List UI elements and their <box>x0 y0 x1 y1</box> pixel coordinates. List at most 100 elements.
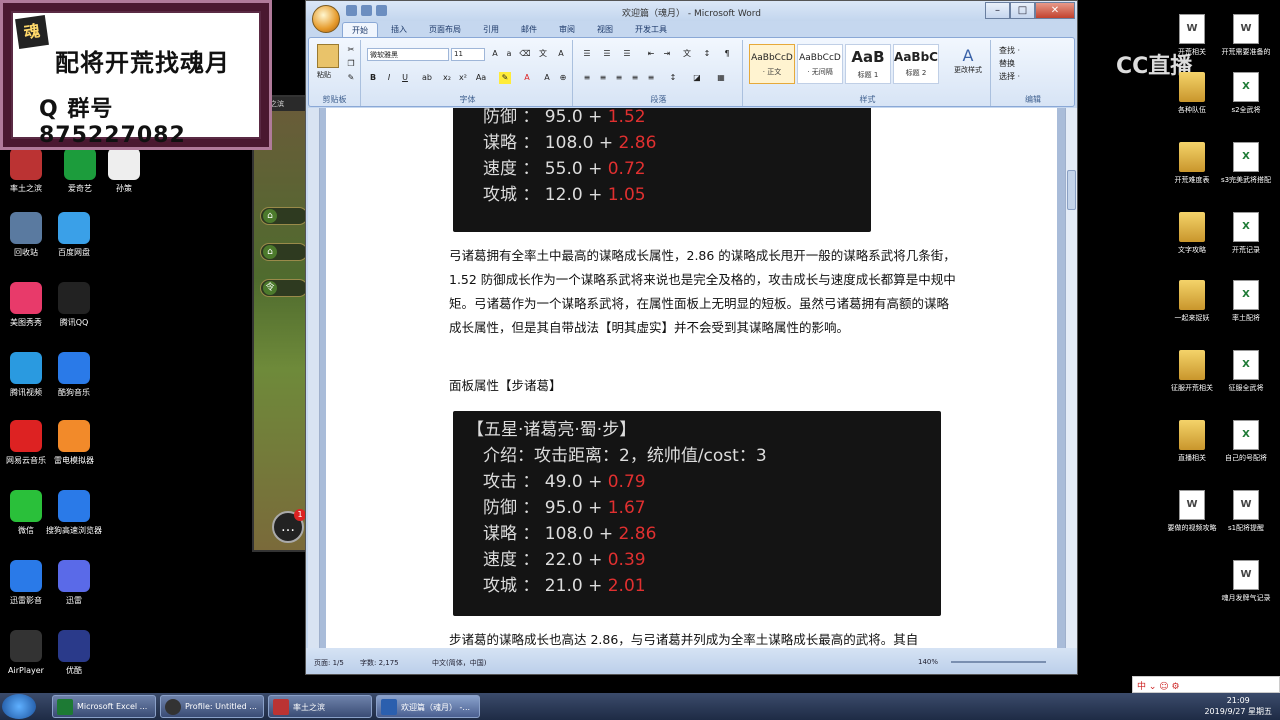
format-painter-icon[interactable]: ✎ <box>345 72 357 84</box>
copy-icon[interactable]: ❐ <box>345 58 357 70</box>
chat-icon[interactable]: … 1 <box>272 509 306 543</box>
underline-icon[interactable]: U <box>399 72 411 84</box>
align-right-icon[interactable]: ≡ <box>613 72 625 84</box>
paste-button[interactable]: 粘贴 <box>317 70 331 80</box>
desktop-file[interactable]: 一起来捉妖 <box>1163 280 1221 323</box>
phonetic-icon[interactable]: 文 <box>537 48 549 60</box>
tab-1[interactable]: 插入 <box>382 22 416 38</box>
desktop-shortcut[interactable]: 率土之滨 <box>0 148 56 194</box>
decrease-indent-icon[interactable]: ⇤ <box>645 48 657 60</box>
bullets-icon[interactable]: ☰ <box>581 48 593 60</box>
borders-icon[interactable]: ▦ <box>715 72 727 84</box>
select-button[interactable]: 选择 · <box>999 70 1020 83</box>
char-border-icon[interactable]: A <box>555 48 567 60</box>
desktop-file[interactable]: Xs2全武将 <box>1217 72 1275 115</box>
desktop-shortcut[interactable]: 百度网盘 <box>44 212 104 258</box>
sogou-ime-bar[interactable]: 中 ⌄ ☺ ⚙ <box>1132 676 1280 693</box>
language-indicator[interactable]: 中文(简体，中国) <box>432 658 486 668</box>
page-count[interactable]: 页面: 1/5 <box>314 658 344 668</box>
desktop-file[interactable]: Xs3完美武将搭配 <box>1217 142 1275 185</box>
task-game[interactable]: 率土之滨 <box>268 695 372 718</box>
subscript-icon[interactable]: x₂ <box>441 72 453 84</box>
grow-font-icon[interactable]: A <box>489 48 501 60</box>
desktop-file[interactable]: X 开荒记录 <box>1217 212 1275 255</box>
desktop-shortcut[interactable]: 腾讯QQ <box>44 282 104 328</box>
maximize-button[interactable]: □ <box>1010 2 1035 19</box>
tab-7[interactable]: 开发工具 <box>626 22 676 38</box>
desktop-file[interactable]: W 要做的视频攻略 <box>1163 490 1221 533</box>
tab-0[interactable]: 开始 <box>342 22 378 38</box>
game-side-button-2[interactable]: ⌂ <box>260 243 308 261</box>
desktop-file[interactable]: 文字攻略 <box>1163 212 1221 255</box>
task-excel[interactable]: Microsoft Excel ... <box>52 695 156 718</box>
style-heading-2[interactable]: AaBbC 标题 2 <box>893 44 939 84</box>
zoom-level[interactable]: 140% <box>918 658 938 666</box>
font-color-icon[interactable]: A <box>521 72 533 84</box>
desktop-shortcut[interactable]: 搜狗高速浏览器 <box>44 490 104 536</box>
desktop-shortcut[interactable]: 孙策 <box>94 148 154 194</box>
sort-icon[interactable]: ↕ <box>701 48 713 60</box>
game-window-strip[interactable]: 率土之滨 ⌂ ⌂ 令 …1 <box>252 95 308 552</box>
shrink-font-icon[interactable]: a <box>503 48 515 60</box>
justify-icon[interactable]: ≡ <box>629 72 641 84</box>
undo-icon[interactable] <box>361 5 372 16</box>
bold-icon[interactable]: B <box>367 72 379 84</box>
tab-6[interactable]: 视图 <box>588 22 622 38</box>
replace-button[interactable]: 替换 <box>999 57 1020 70</box>
minimize-button[interactable]: – <box>985 2 1010 19</box>
style-no-spacing[interactable]: AaBbCcD · 无间隔 <box>797 44 843 84</box>
italic-icon[interactable]: I <box>383 72 395 84</box>
desktop-file[interactable]: Ws1配将提醒 <box>1217 490 1275 533</box>
office-button[interactable] <box>312 5 340 33</box>
strikethrough-icon[interactable]: ab <box>421 72 433 84</box>
redo-icon[interactable] <box>376 5 387 16</box>
align-left-icon[interactable]: ≡ <box>581 72 593 84</box>
tab-5[interactable]: 审阅 <box>550 22 584 38</box>
tab-3[interactable]: 引用 <box>474 22 508 38</box>
zoom-slider[interactable] <box>951 661 1046 663</box>
clear-format-icon[interactable]: ⌫ <box>519 48 531 60</box>
line-spacing-icon[interactable]: ↕ <box>667 72 679 84</box>
desktop-file[interactable]: X 征服全武将 <box>1217 350 1275 393</box>
desktop-shortcut[interactable]: 优酷 <box>44 630 104 676</box>
cut-icon[interactable]: ✂ <box>345 44 357 56</box>
find-button[interactable]: 查找 · <box>999 44 1020 57</box>
desktop-shortcut[interactable]: 雷电模拟器 <box>44 420 104 466</box>
desktop-shortcut[interactable]: 迅雷 <box>44 560 104 606</box>
align-center-icon[interactable]: ≡ <box>597 72 609 84</box>
game-side-button-3[interactable]: 令 <box>260 279 308 297</box>
scroll-thumb[interactable] <box>1067 170 1076 210</box>
tab-2[interactable]: 页面布局 <box>420 22 470 38</box>
enclose-char-icon[interactable]: ⊕ <box>557 72 569 84</box>
desktop-file[interactable]: W 开荒相关 <box>1163 14 1221 57</box>
multilevel-list-icon[interactable]: ☰ <box>621 48 633 60</box>
start-button[interactable] <box>2 694 36 719</box>
numbering-icon[interactable]: ☰ <box>601 48 613 60</box>
save-icon[interactable] <box>346 5 357 16</box>
desktop-file[interactable]: 征服开荒相关 <box>1163 350 1221 393</box>
increase-indent-icon[interactable]: ⇥ <box>661 48 673 60</box>
desktop-file[interactable]: X 自己的号配将 <box>1217 420 1275 463</box>
clock[interactable]: 21:09 2019/9/27 星期五 <box>1204 695 1272 717</box>
highlight-icon[interactable]: ✎ <box>499 72 511 84</box>
desktop-shortcut[interactable]: 酷狗音乐 <box>44 352 104 398</box>
shading-icon[interactable]: ◪ <box>691 72 703 84</box>
vertical-scrollbar[interactable] <box>1065 108 1077 648</box>
font-size-select[interactable]: 11 <box>451 48 485 61</box>
distributed-icon[interactable]: ≡ <box>645 72 657 84</box>
superscript-icon[interactable]: x² <box>457 72 469 84</box>
char-shading-icon[interactable]: A <box>541 72 553 84</box>
game-side-button-1[interactable]: ⌂ <box>260 207 308 225</box>
style-normal[interactable]: AaBbCcD · 正文 <box>749 44 795 84</box>
show-marks-icon[interactable]: ¶ <box>721 48 733 60</box>
task-profile[interactable]: Profile: Untitled ... <box>160 695 264 718</box>
desktop-file[interactable]: W 开荒需要准备的 <box>1217 14 1275 57</box>
desktop-file[interactable]: W 魂月发牌气记录 <box>1217 560 1275 603</box>
tab-4[interactable]: 邮件 <box>512 22 546 38</box>
change-case-icon[interactable]: Aa <box>475 72 487 84</box>
chinese-layout-icon[interactable]: 文 <box>681 48 693 60</box>
word-count[interactable]: 字数: 2,175 <box>360 658 399 668</box>
desktop-file[interactable]: 各种队伍 <box>1163 72 1221 115</box>
font-name-select[interactable]: 微软雅黑 <box>367 48 449 61</box>
desktop-file[interactable]: 直播相关 <box>1163 420 1221 463</box>
